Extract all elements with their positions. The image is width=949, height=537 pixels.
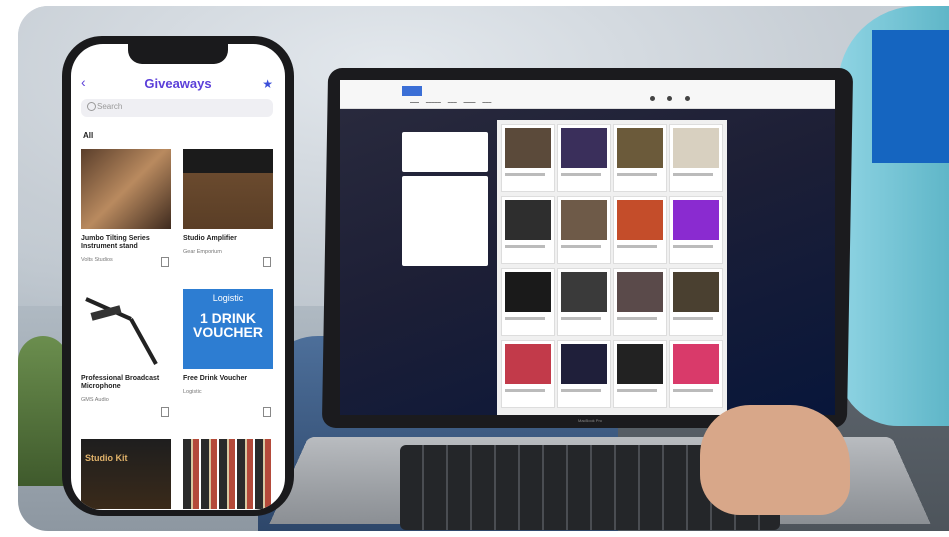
giveaway-card[interactable]: Studio Kit <box>81 439 175 509</box>
card-image: Logistic 1 DRINK VOUCHER <box>183 289 273 369</box>
card-subtitle: Logistic <box>183 389 277 395</box>
card-image <box>183 149 273 229</box>
search-input[interactable]: Search <box>81 99 273 117</box>
grid-tile[interactable] <box>669 196 723 264</box>
card-subtitle: Gear Emporium <box>183 249 277 255</box>
laptop-filter-card <box>402 176 488 266</box>
laptop-header-icons <box>650 88 720 100</box>
grid-tile[interactable] <box>669 268 723 336</box>
card-subtitle: GMS Audio <box>81 397 175 403</box>
blue-accent-block <box>872 30 949 163</box>
grid-tile[interactable] <box>613 196 667 264</box>
ad-headline: Studio Kit <box>81 439 171 463</box>
profile-icon[interactable] <box>685 96 690 101</box>
typing-hand <box>700 405 850 515</box>
grid-tile[interactable] <box>501 196 555 264</box>
section-heading: All <box>83 131 93 140</box>
card-image <box>183 439 273 509</box>
laptop-tab[interactable]: ▬▬▬▬ <box>464 100 476 104</box>
laptop-search-card[interactable] <box>402 132 488 172</box>
grid-tile[interactable] <box>557 268 611 336</box>
phone-screen: ‹ Giveaways ★ Search All Jumbo Tilting S… <box>71 44 285 510</box>
laptop-brand-label: MacBook Pro <box>578 418 602 423</box>
bookmark-icon[interactable] <box>263 407 271 417</box>
card-title: Free Drink Voucher <box>183 375 277 383</box>
notification-icon[interactable] <box>650 96 655 101</box>
grid-tile[interactable] <box>501 124 555 192</box>
voucher-line-2: VOUCHER <box>183 325 273 339</box>
search-icon <box>87 102 96 111</box>
grid-tile[interactable] <box>669 340 723 408</box>
giveaway-card[interactable]: Professional Broadcast Microphone GMS Au… <box>81 289 175 403</box>
bookmark-icon[interactable] <box>161 257 169 267</box>
giveaway-card[interactable]: Studio Amplifier Gear Emporium <box>183 149 277 255</box>
grid-tile[interactable] <box>557 196 611 264</box>
grid-tile[interactable] <box>613 124 667 192</box>
grid-tile[interactable] <box>501 268 555 336</box>
voucher-brand: Logistic <box>183 289 273 303</box>
search-placeholder: Search <box>97 102 122 111</box>
card-title: Studio Amplifier <box>183 235 277 243</box>
giveaway-card[interactable]: Logistic 1 DRINK VOUCHER Free Drink Vouc… <box>183 289 277 395</box>
settings-icon[interactable] <box>667 96 672 101</box>
grid-tile[interactable] <box>557 124 611 192</box>
giveaway-card[interactable] <box>183 439 277 509</box>
bookmark-icon[interactable] <box>263 257 271 267</box>
phone-notch <box>128 44 228 64</box>
card-title: Jumbo Tilting Series Instrument stand <box>81 235 175 251</box>
grid-tile[interactable] <box>613 340 667 408</box>
laptop-sidebar <box>402 132 488 272</box>
laptop-nav-tabs: ▬▬▬ ▬▬▬▬▬ ▬▬▬ ▬▬▬▬ ▬▬▬ <box>410 100 497 104</box>
laptop-app-topbar: ▬▬▬ ▬▬▬▬▬ ▬▬▬ ▬▬▬▬ ▬▬▬ <box>340 80 835 109</box>
laptop-tab[interactable]: ▬▬▬ <box>448 100 457 104</box>
bookmark-icon[interactable] <box>161 407 169 417</box>
grid-tile[interactable] <box>613 268 667 336</box>
card-image: Studio Kit <box>81 439 171 509</box>
giveaway-card[interactable]: Jumbo Tilting Series Instrument stand Vo… <box>81 149 175 263</box>
grid-tile[interactable] <box>669 124 723 192</box>
microphone-arm-icon <box>81 289 171 369</box>
grid-tile[interactable] <box>501 340 555 408</box>
photo-frame: ▬▬▬ ▬▬▬▬▬ ▬▬▬ ▬▬▬▬ ▬▬▬ MacBook Pro ‹ Giv… <box>0 0 949 537</box>
laptop-tab[interactable]: ▬▬▬ <box>410 100 419 104</box>
laptop-app-logo <box>402 86 422 96</box>
grid-tile[interactable] <box>557 340 611 408</box>
star-icon[interactable]: ★ <box>262 77 273 91</box>
page-title: Giveaways <box>71 76 285 91</box>
laptop-giveaway-grid <box>497 120 727 415</box>
card-image <box>81 289 171 369</box>
laptop-tab[interactable]: ▬▬▬ <box>482 100 491 104</box>
card-image <box>81 149 171 229</box>
laptop-tab[interactable]: ▬▬▬▬▬ <box>426 100 441 104</box>
plant <box>18 336 68 486</box>
laptop-screen: ▬▬▬ ▬▬▬▬▬ ▬▬▬ ▬▬▬▬ ▬▬▬ <box>340 80 835 415</box>
card-title: Professional Broadcast Microphone <box>81 375 175 391</box>
voucher-line-1: 1 DRINK <box>183 311 273 325</box>
